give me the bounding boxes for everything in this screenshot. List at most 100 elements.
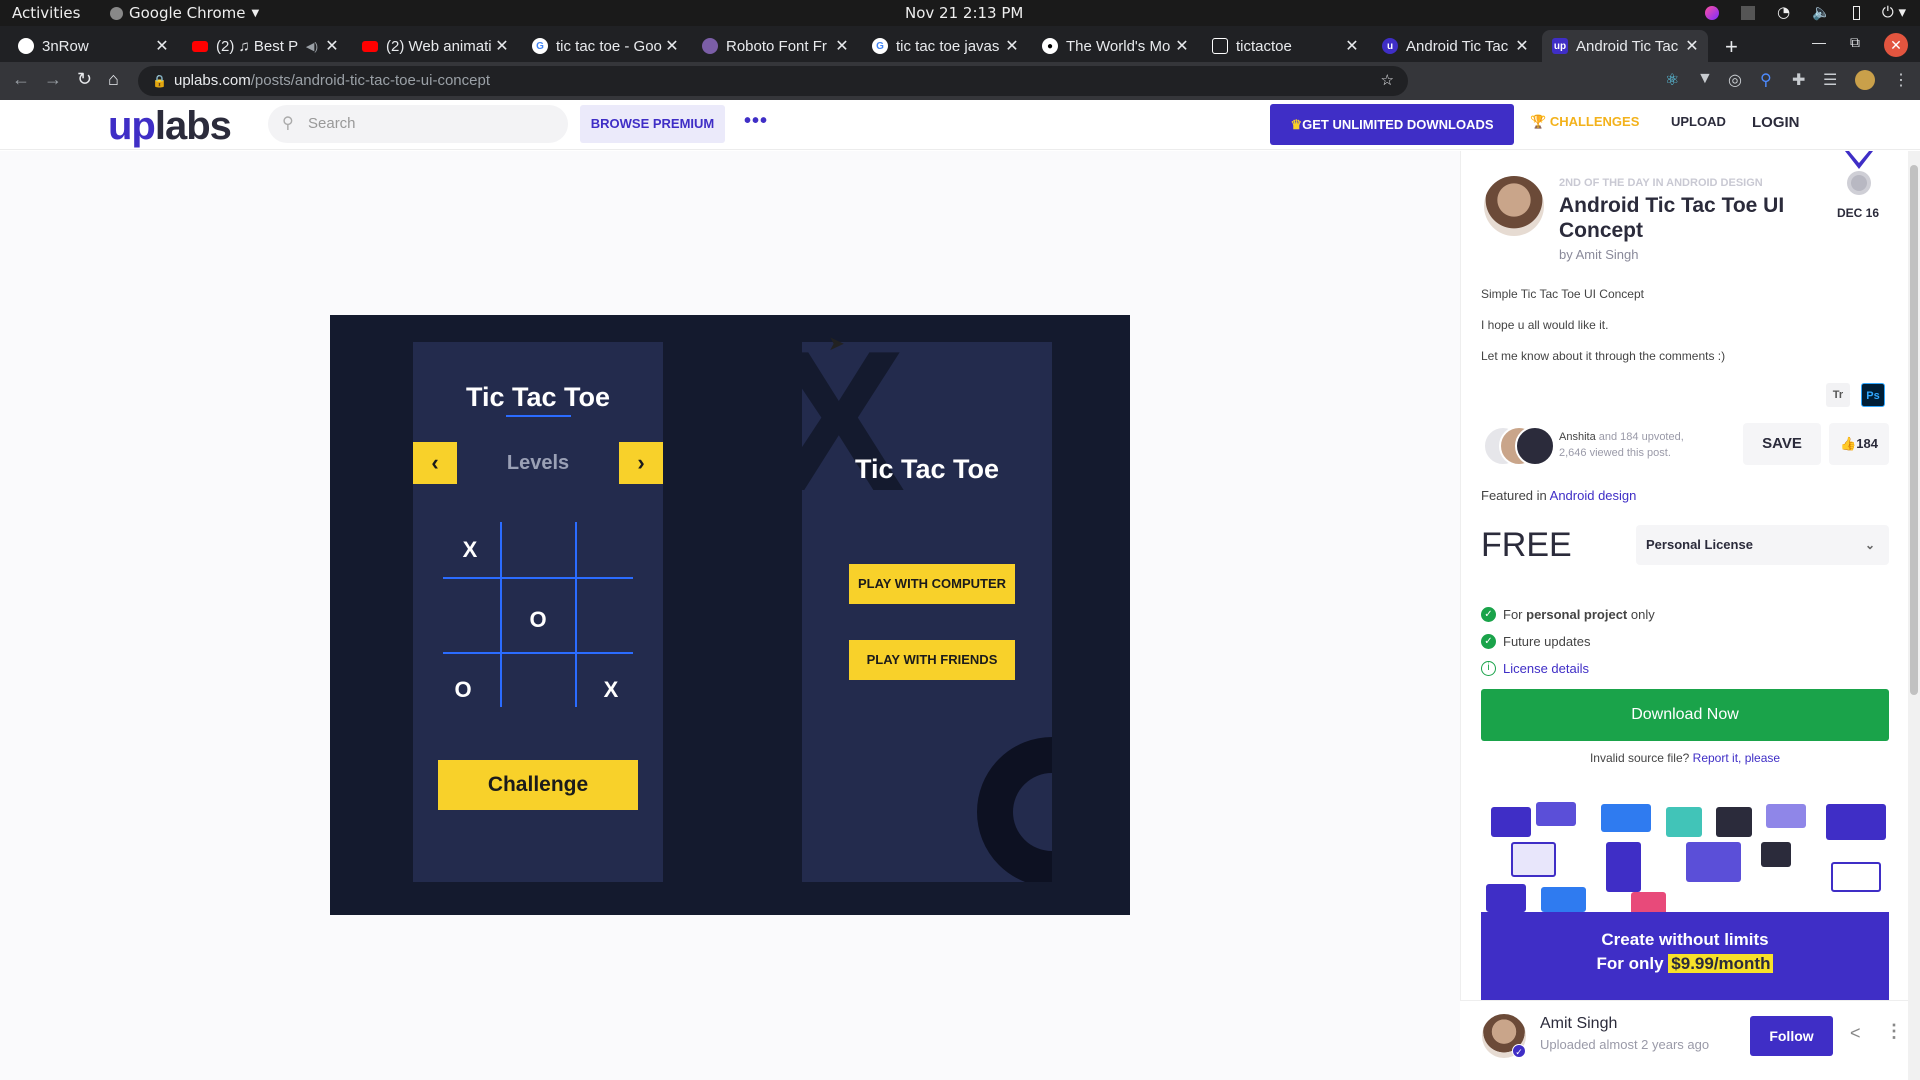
decorative-o	[977, 737, 1052, 882]
photoshop-icon[interactable]: Ps	[1861, 383, 1885, 407]
browser-tab[interactable]: tictactoe ✕	[1202, 30, 1368, 62]
challenge-button: Challenge	[438, 760, 638, 810]
close-tab-icon[interactable]: ✕	[1002, 36, 1022, 56]
tool-tr-icon[interactable]: Tr	[1826, 383, 1850, 407]
search-icon: ⚲	[282, 115, 294, 132]
browser-tab[interactable]: u Android Tic Tac ✕	[1372, 30, 1538, 62]
password-icon[interactable]: ⚲	[1760, 70, 1772, 90]
close-tab-icon[interactable]: ✕	[492, 36, 512, 56]
address-bar[interactable]: 🔒 uplabs.com/posts/android-tic-tac-toe-u…	[138, 66, 1408, 96]
challenges-link[interactable]: 🏆 CHALLENGES	[1530, 114, 1639, 130]
avatar	[1515, 426, 1555, 466]
forward-icon[interactable]: →	[44, 69, 62, 90]
decorative-x: X	[802, 342, 906, 533]
browser-tab[interactable]: ● The World's Mo ✕	[1032, 30, 1198, 62]
battery-icon[interactable]	[1852, 6, 1860, 20]
dropdown-arrow-icon: ▼	[251, 7, 260, 19]
close-tab-icon[interactable]: ✕	[662, 36, 682, 56]
react-devtools-icon[interactable]: ⚛	[1665, 70, 1679, 90]
board-cell: X	[462, 537, 478, 562]
back-icon[interactable]: ←	[12, 69, 30, 90]
browser-tab-active[interactable]: up Android Tic Tac ✕	[1542, 30, 1708, 62]
author-name[interactable]: Amit Singh	[1540, 1015, 1617, 1033]
upvoter-avatars[interactable]	[1483, 426, 1557, 466]
premium-promo-banner[interactable]: Create without limits For only $9.99/mon…	[1481, 802, 1889, 1000]
search-input[interactable]: ⚲ Search	[268, 105, 568, 143]
report-link[interactable]: Report it, please	[1693, 751, 1780, 765]
browse-premium-button[interactable]: BROWSE PREMIUM	[580, 105, 725, 143]
design-preview-image[interactable]: Tic Tac Toe ‹ Levels › X O O X Challenge…	[330, 315, 1130, 915]
wifi-icon[interactable]: ◔	[1777, 3, 1790, 21]
vue-devtools-icon[interactable]: ▼	[1697, 70, 1713, 88]
featured-category-link[interactable]: Android design	[1550, 488, 1637, 503]
reload-icon[interactable]: ↻	[77, 69, 92, 90]
upload-link[interactable]: UPLOAD	[1671, 114, 1726, 129]
grid-line	[443, 652, 633, 654]
download-now-button[interactable]: Download Now	[1481, 689, 1889, 741]
reading-list-icon[interactable]: ☰	[1823, 70, 1837, 90]
clock[interactable]: Nov 21 2:13 PM	[905, 4, 1023, 22]
author-avatar[interactable]	[1484, 176, 1544, 236]
save-button[interactable]: SAVE	[1743, 423, 1821, 465]
restore-icon[interactable]: ⧉	[1850, 34, 1860, 51]
author-byline[interactable]: by Amit Singh	[1559, 247, 1639, 262]
accessibility-icon[interactable]	[1741, 6, 1756, 20]
close-tab-icon[interactable]: ✕	[1682, 36, 1702, 56]
license-select[interactable]: Personal License ⌄	[1636, 525, 1889, 565]
featured-in: Featured in Android design	[1481, 488, 1636, 503]
promo-thumbnail	[1716, 807, 1752, 837]
upvote-button[interactable]: 👍184	[1829, 423, 1889, 465]
volume-icon[interactable]: 🔈	[1812, 3, 1831, 21]
browser-tab[interactable]: Roboto Font Fr ✕	[692, 30, 858, 62]
browser-tab[interactable]: 3nRow ✕	[8, 30, 178, 62]
close-tab-icon[interactable]: ✕	[322, 36, 342, 56]
browser-tab[interactable]: (2) Web animati ✕	[352, 30, 518, 62]
color-picker-icon[interactable]	[1705, 6, 1720, 20]
power-menu-icon[interactable]: ⏻ ▾	[1882, 3, 1906, 21]
tab-title: Roboto Font Fr	[726, 37, 827, 55]
activities-button[interactable]: Activities	[12, 4, 80, 22]
window-close-button[interactable]: ✕	[1884, 33, 1908, 57]
follow-button[interactable]: Follow	[1750, 1016, 1833, 1056]
lock-icon[interactable]: 🔒	[152, 66, 167, 96]
uplabs-logo[interactable]: uplabs	[108, 104, 232, 149]
logo-labs: labs	[154, 104, 232, 148]
speaker-icon[interactable]: ◀)	[306, 40, 318, 53]
tab-title: 3nRow	[42, 37, 89, 55]
close-tab-icon[interactable]: ✕	[1172, 36, 1192, 56]
chevron-down-icon: ⌄	[1864, 538, 1875, 552]
browser-tab[interactable]: G tic tac toe javas ✕	[862, 30, 1028, 62]
upvoter-name[interactable]: Anshita	[1559, 431, 1596, 443]
tab-title: The World's Mo	[1066, 37, 1171, 55]
get-unlimited-downloads-button[interactable]: ♛GET UNLIMITED DOWNLOADS	[1270, 104, 1514, 145]
close-tab-icon[interactable]: ✕	[832, 36, 852, 56]
info-icon: i	[1481, 661, 1496, 676]
share-icon[interactable]: <	[1850, 1023, 1861, 1044]
minimize-icon[interactable]: —	[1812, 34, 1826, 50]
bookmark-star-icon[interactable]: ☆	[1381, 66, 1394, 96]
system-tray[interactable]: ◔ 🔈 ⏻ ▾	[1705, 3, 1906, 21]
url-path: /posts/android-tic-tac-toe-ui-concept	[250, 72, 490, 89]
extension-icon[interactable]: ◎	[1728, 70, 1742, 90]
extensions-puzzle-icon[interactable]: ✚	[1792, 70, 1805, 90]
profile-avatar[interactable]	[1855, 70, 1875, 90]
browser-tab[interactable]: G tic tac toe - Goo ✕	[522, 30, 688, 62]
license-details-link[interactable]: i License details	[1481, 661, 1589, 676]
search-placeholder: Search	[308, 115, 356, 132]
scrollbar-thumb[interactable]	[1910, 165, 1918, 695]
chrome-menu-icon[interactable]: ⋮	[1893, 70, 1909, 90]
close-tab-icon[interactable]: ✕	[1512, 36, 1532, 56]
login-link[interactable]: LOGIN	[1752, 114, 1800, 131]
grid-line	[500, 522, 502, 707]
browser-tab[interactable]: (2) ♫ Best P ◀) ✕	[182, 30, 348, 62]
close-tab-icon[interactable]: ✕	[1342, 36, 1362, 56]
home-icon[interactable]: ⌂	[108, 69, 119, 90]
feature-text: For personal project only	[1503, 607, 1655, 622]
upvote-text: and 184 upvoted,	[1595, 431, 1684, 443]
app-menu[interactable]: Google Chrome ▼	[110, 4, 259, 22]
more-options-icon[interactable]: ⋮	[1885, 1021, 1903, 1042]
more-menu-icon[interactable]: •••	[744, 110, 768, 133]
tab-title: Android Tic Tac	[1406, 37, 1509, 55]
close-tab-icon[interactable]: ✕	[152, 36, 172, 56]
new-tab-button[interactable]: +	[1725, 34, 1738, 60]
